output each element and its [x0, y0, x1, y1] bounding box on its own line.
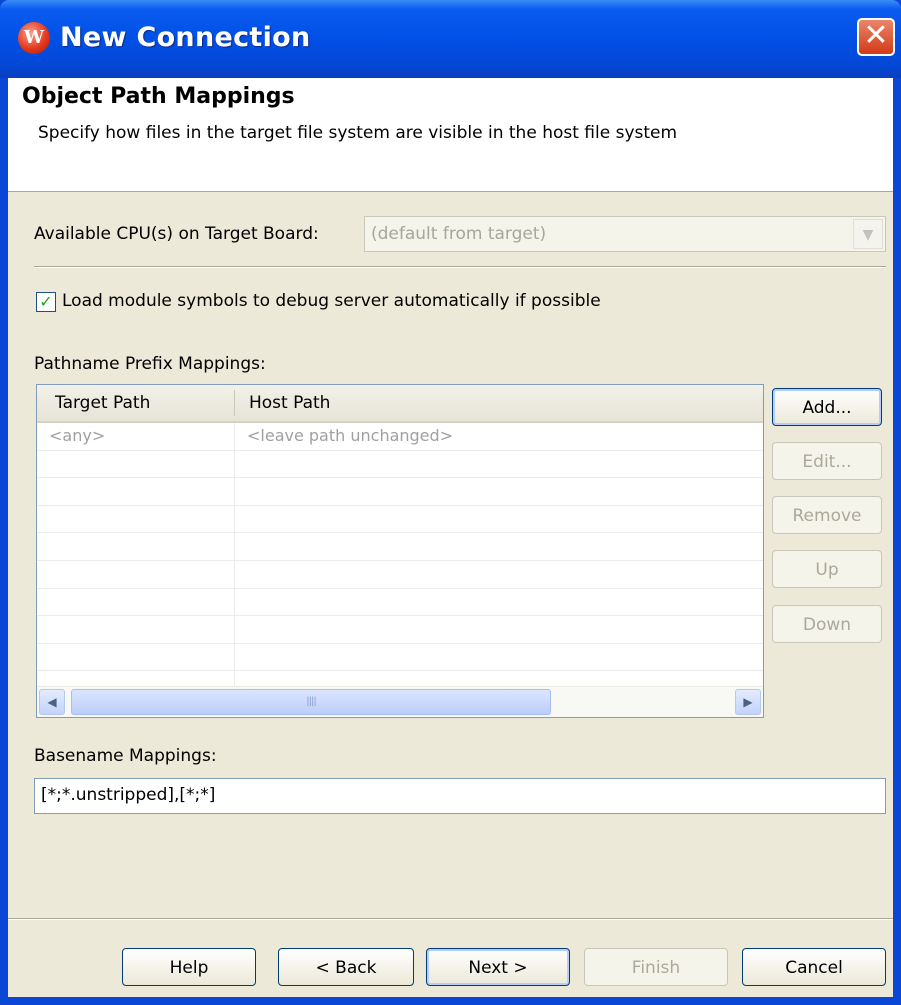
load-symbols-label[interactable]: Load module symbols to debug server auto…: [62, 291, 601, 311]
cpu-select[interactable]: (default from target) ▼: [364, 216, 886, 252]
checkmark-icon: ✓: [39, 292, 53, 311]
horizontal-scrollbar[interactable]: ◀ |||| ▶: [37, 686, 763, 717]
table-header: Target Path Host Path: [37, 385, 763, 423]
finish-button[interactable]: Finish: [584, 948, 728, 986]
remove-button[interactable]: Remove: [772, 496, 882, 534]
title-bar[interactable]: W New Connection ✕: [0, 0, 901, 78]
column-header-host-path[interactable]: Host Path: [249, 393, 330, 413]
edit-button[interactable]: Edit...: [772, 442, 882, 480]
table-row-empty: [37, 561, 763, 589]
table-row-empty: [37, 478, 763, 506]
up-button[interactable]: Up: [772, 550, 882, 588]
wizard-header: Object Path Mappings Specify how files i…: [8, 78, 893, 192]
dropdown-arrow-icon[interactable]: ▼: [853, 219, 883, 249]
wind-river-app-icon: W: [18, 22, 50, 54]
next-button[interactable]: Next >: [426, 948, 570, 986]
page-description: Specify how files in the target file sys…: [38, 123, 678, 143]
load-symbols-checkbox[interactable]: ✓: [36, 292, 56, 312]
scroll-thumb-grip-icon: ||||: [306, 696, 317, 707]
table-row-empty: [37, 616, 763, 644]
cell-target-path: <any>: [49, 426, 106, 445]
close-icon: ✕: [863, 18, 889, 53]
dialog-body: Object Path Mappings Specify how files i…: [8, 78, 893, 997]
scroll-thumb[interactable]: ||||: [71, 689, 551, 715]
scroll-left-icon[interactable]: ◀: [39, 689, 65, 715]
prefix-mappings-label: Pathname Prefix Mappings:: [34, 354, 266, 374]
column-grid-line: [234, 423, 235, 689]
page-title: Object Path Mappings: [22, 84, 295, 109]
add-button[interactable]: Add...: [772, 388, 882, 426]
cpu-label: Available CPU(s) on Target Board:: [34, 224, 319, 244]
table-row-empty: [37, 533, 763, 561]
footer-separator: [8, 918, 893, 920]
table-row-empty: [37, 451, 763, 479]
table-row-empty: [37, 644, 763, 672]
down-button[interactable]: Down: [772, 605, 882, 643]
cpu-select-value: (default from target): [371, 224, 547, 244]
cell-host-path: <leave path unchanged>: [247, 426, 454, 445]
basename-mappings-value: [*;*.unstripped],[*;*]: [41, 785, 216, 805]
basename-mappings-input[interactable]: [*;*.unstripped],[*;*]: [34, 778, 886, 814]
table-row-empty: [37, 506, 763, 534]
cancel-button[interactable]: Cancel: [742, 948, 886, 986]
help-button[interactable]: Help: [122, 948, 256, 986]
prefix-mappings-table[interactable]: Target Path Host Path <any> <leave path …: [36, 384, 764, 718]
window-title: New Connection: [60, 22, 311, 53]
column-header-target-path[interactable]: Target Path: [55, 393, 150, 413]
table-row-empty: [37, 589, 763, 617]
table-rows: <any> <leave path unchanged>: [37, 423, 763, 699]
separator: [34, 266, 886, 268]
basename-mappings-label: Basename Mappings:: [34, 746, 217, 766]
scroll-right-icon[interactable]: ▶: [735, 689, 761, 715]
close-button[interactable]: ✕: [857, 18, 895, 56]
back-button[interactable]: < Back: [278, 948, 414, 986]
dialog-window: W New Connection ✕ Object Path Mappings …: [0, 0, 901, 1005]
column-divider[interactable]: [234, 390, 235, 416]
table-row[interactable]: <any> <leave path unchanged>: [37, 423, 763, 451]
